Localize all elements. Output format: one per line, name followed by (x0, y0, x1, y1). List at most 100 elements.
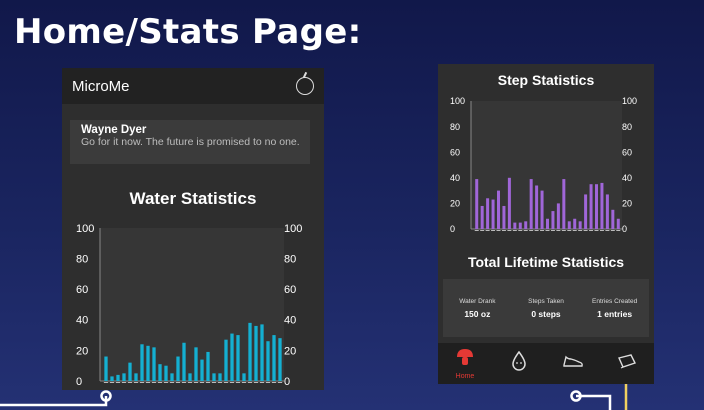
water-drop-icon (512, 350, 526, 371)
chart-bar (116, 374, 120, 381)
y-tick-label-left: 0 (76, 376, 82, 388)
stat-entries: Entries Created 1 entries (583, 298, 647, 319)
stat-water: Water Drank 150 oz (445, 298, 509, 319)
chart-bar (567, 221, 571, 229)
chart-bar (491, 199, 495, 229)
y-tick-label-right: 80 (284, 254, 296, 266)
chart-bar (616, 218, 620, 229)
water-chart: 0 0 20 20 40 40 60 60 80 80 100 100 (76, 223, 302, 388)
chart-bar (254, 325, 258, 381)
chart-bar (535, 185, 539, 229)
chart-bar (146, 345, 150, 381)
lifetime-title: Total Lifetime Statistics (467, 254, 625, 270)
y-tick-label-right: 0 (284, 376, 290, 388)
chart-bar (182, 342, 186, 381)
nav-journal[interactable] (607, 353, 647, 374)
chart-bar (230, 333, 234, 381)
y-tick-label-right: 100 (622, 96, 637, 106)
chart-bar (529, 179, 533, 229)
y-tick-label-left: 60 (76, 284, 88, 296)
stat-label: Steps Taken (528, 297, 564, 305)
y-tick-label-left: 60 (450, 147, 460, 157)
chart-bar (486, 198, 490, 229)
chart-bar (224, 339, 228, 381)
chart-bar (507, 177, 511, 229)
y-tick-label-left: 0 (450, 224, 455, 234)
chart-bar (152, 347, 156, 381)
chart-bar (212, 373, 216, 381)
chart-bar (188, 373, 192, 381)
chart-bar (122, 373, 126, 381)
nav-home[interactable]: Home (445, 347, 485, 380)
shoe-icon (563, 355, 583, 367)
chart-bar (260, 324, 264, 381)
chart-bar (128, 362, 132, 381)
chart-bar (278, 338, 282, 381)
chart-bar (540, 190, 544, 229)
y-tick-label-left: 100 (76, 223, 94, 235)
lifetime-stats-card: Water Drank 150 oz Steps Taken 0 steps E… (443, 279, 649, 337)
chart-bar (134, 373, 138, 381)
chart-bar (158, 364, 162, 381)
chart-bar (176, 356, 180, 381)
y-tick-label-right: 20 (622, 199, 632, 209)
stat-value: 1 entries (597, 308, 633, 319)
phone-screen-stats: Step Statistics 0 0 20 20 40 40 60 60 80 80 100 100… (438, 64, 654, 384)
chart-bar (584, 194, 588, 229)
chart-bar (206, 351, 210, 381)
chart-bar (589, 184, 593, 229)
y-tick-label-right: 40 (622, 173, 632, 183)
stat-value: 0 steps (531, 308, 561, 319)
chart-bar (573, 218, 577, 229)
quote-author: Wayne Dyer (81, 124, 147, 136)
nav-steps[interactable] (553, 353, 593, 374)
app-name: MicroMe (72, 77, 130, 95)
y-tick-label-left: 20 (76, 345, 88, 357)
chart-bar (248, 322, 252, 381)
stat-label: Water Drank (459, 297, 496, 305)
chart-bar (556, 203, 560, 229)
y-tick-label-left: 40 (450, 173, 460, 183)
water-chart-title: Water Statistics (129, 189, 257, 208)
apple-icon[interactable] (296, 77, 314, 95)
chart-bar (272, 335, 276, 381)
chart-bar (605, 194, 609, 229)
chart-bar (578, 221, 582, 229)
bottom-nav: Home (438, 343, 654, 384)
chart-bar (266, 341, 270, 381)
mushroom-icon (457, 349, 473, 365)
y-tick-label-left: 80 (76, 254, 88, 266)
phone-screen-home: MicroMe Wayne Dyer Go for it now. The fu… (62, 68, 324, 390)
quote-card: Wayne Dyer Go for it now. The future is … (70, 120, 310, 164)
y-tick-label-right: 80 (622, 122, 632, 132)
chart-bar (200, 359, 204, 381)
y-tick-label-right: 60 (622, 147, 632, 157)
chart-bar (170, 373, 174, 381)
y-tick-label-right: 40 (284, 315, 296, 327)
step-chart-title: Step Statistics (497, 72, 595, 88)
y-tick-label-right: 0 (622, 224, 627, 234)
y-tick-label-left: 80 (450, 122, 460, 132)
chart-bar (104, 356, 108, 381)
chart-bar (611, 209, 615, 229)
chart-bar (497, 190, 500, 229)
app-header: MicroMe (62, 68, 324, 104)
chart-bar (518, 222, 522, 229)
slide-title: Home/Stats Page: (14, 12, 362, 52)
nav-home-label: Home (455, 373, 475, 380)
y-tick-label-left: 20 (450, 199, 460, 209)
chart-bar (110, 376, 114, 381)
quote-text: Go for it now. The future is promised to… (81, 136, 300, 148)
chart-bar (524, 221, 528, 229)
step-chart: 0 0 20 20 40 40 60 60 80 80 100 100 (450, 96, 637, 234)
chart-bar (242, 373, 246, 381)
stat-steps: Steps Taken 0 steps (514, 298, 578, 319)
stat-label: Entries Created (592, 297, 638, 305)
chart-bar (475, 179, 479, 229)
nav-water[interactable] (499, 350, 539, 376)
chart-bar (164, 365, 168, 381)
chart-bar (562, 179, 566, 229)
chart-bar (600, 182, 604, 229)
book-icon (618, 354, 636, 369)
y-tick-label-left: 100 (450, 96, 465, 106)
